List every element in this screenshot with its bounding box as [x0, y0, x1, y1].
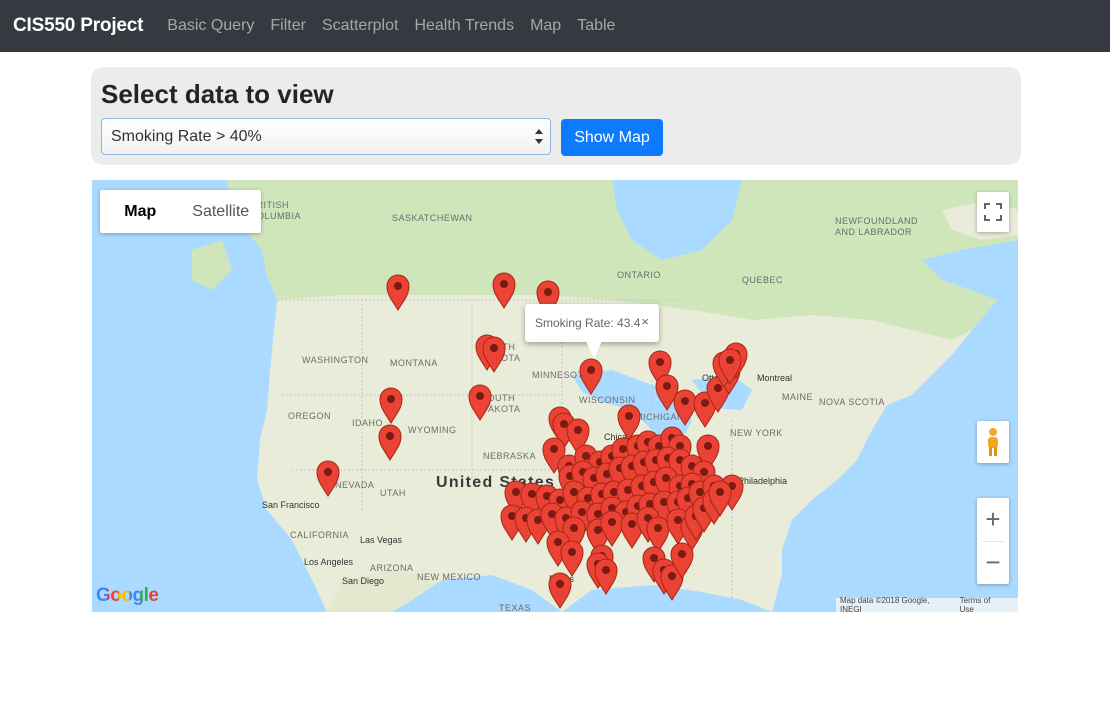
- info-window-text: Smoking Rate: 43.4: [535, 316, 641, 330]
- map-canvas[interactable]: SASKATCHEWAN ONTARIO QUEBEC NEWFOUNDLAND…: [92, 180, 1018, 612]
- zoom-in-button[interactable]: +: [977, 498, 1009, 541]
- map-type-control: Map Satellite: [100, 190, 261, 233]
- info-window: Smoking Rate: 43.4 ×: [525, 304, 659, 342]
- map-data-credit: Map data ©2018 Google, INEGI: [840, 596, 930, 612]
- map-marker[interactable]: [492, 272, 516, 309]
- map-marker[interactable]: [316, 460, 340, 497]
- map-marker[interactable]: [379, 387, 403, 424]
- map-marker[interactable]: [594, 558, 618, 595]
- google-logo: Google: [96, 585, 159, 607]
- nav-filter[interactable]: Filter: [270, 17, 306, 35]
- fullscreen-button[interactable]: [977, 192, 1009, 232]
- terms-of-use-link[interactable]: Terms of Use: [960, 596, 1006, 612]
- marker-layer: [316, 272, 748, 609]
- show-map-button[interactable]: Show Map: [561, 119, 663, 156]
- street-view-button[interactable]: [977, 421, 1009, 463]
- map-type-map-button[interactable]: Map: [100, 190, 181, 233]
- zoom-control: + −: [977, 498, 1009, 584]
- navbar: CIS550 Project Basic Query Filter Scatte…: [0, 0, 1110, 52]
- panel-title: Select data to view: [101, 79, 334, 109]
- map-attribution: Map data ©2018 Google, INEGI Terms of Us…: [836, 596, 1018, 612]
- nav-map[interactable]: Map: [530, 17, 561, 35]
- brand-link[interactable]: CIS550 Project: [13, 15, 143, 37]
- data-select-value: Smoking Rate > 40%: [111, 127, 262, 145]
- map-marker[interactable]: [673, 389, 697, 426]
- data-select[interactable]: Smoking Rate > 40%: [101, 118, 551, 155]
- map-marker[interactable]: [468, 384, 492, 421]
- map-type-satellite-button[interactable]: Satellite: [181, 190, 262, 233]
- map-marker[interactable]: [378, 424, 402, 461]
- map-marker[interactable]: [548, 572, 572, 609]
- nav-health-trends[interactable]: Health Trends: [414, 17, 514, 35]
- zoom-out-button[interactable]: −: [977, 541, 1009, 584]
- info-close-icon[interactable]: ×: [641, 314, 649, 329]
- map-marker[interactable]: [646, 516, 670, 553]
- select-panel: Select data to view Smoking Rate > 40% S…: [91, 67, 1021, 165]
- map-marker[interactable]: [560, 540, 584, 577]
- nav-table[interactable]: Table: [577, 17, 615, 35]
- info-window-tail: [586, 341, 602, 359]
- select-arrows-icon: [535, 129, 543, 145]
- fullscreen-icon: [984, 203, 1002, 221]
- map-marker[interactable]: [579, 358, 603, 395]
- google-logo-text: Google: [96, 585, 159, 606]
- map-marker[interactable]: [386, 274, 410, 311]
- nav-scatterplot[interactable]: Scatterplot: [322, 17, 398, 35]
- pegman-icon: [988, 428, 998, 456]
- nav-basic-query[interactable]: Basic Query: [167, 17, 254, 35]
